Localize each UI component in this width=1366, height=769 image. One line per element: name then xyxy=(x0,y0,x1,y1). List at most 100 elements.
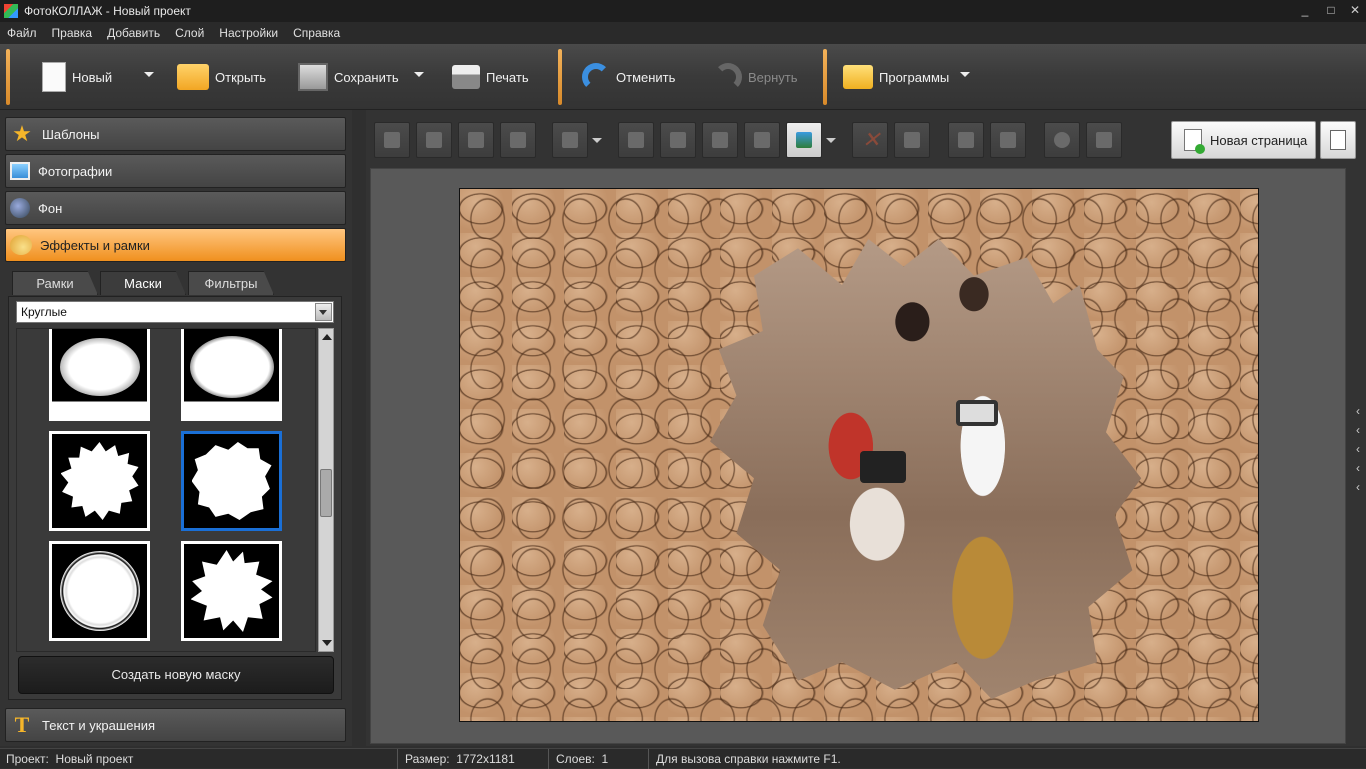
minimize-button[interactable]: _ xyxy=(1292,0,1318,22)
redo-button[interactable]: Вернуть xyxy=(714,52,798,102)
mask-category-select[interactable]: Круглые xyxy=(16,301,334,323)
close-button[interactable]: ✕ xyxy=(1342,0,1366,22)
open-label: Открыть xyxy=(215,69,267,85)
section-effects-frames[interactable]: Эффекты и рамки xyxy=(5,228,346,262)
star-icon: ★ xyxy=(12,121,32,146)
maximize-button[interactable]: □ xyxy=(1318,0,1344,22)
undo-arrow-icon xyxy=(582,63,610,91)
mask-thumbnail-selected[interactable] xyxy=(181,431,282,531)
effects-tabs: Рамки Маски Фильтры xyxy=(12,271,276,295)
menu-file[interactable]: Файл xyxy=(0,26,45,40)
rotate-right-icon xyxy=(670,132,686,148)
align-icon xyxy=(562,132,578,148)
chevron-left-icon: ‹ xyxy=(1356,480,1360,494)
app-logo-icon xyxy=(4,4,18,18)
text-icon: T xyxy=(14,712,30,737)
programs-dropdown-arrow[interactable] xyxy=(960,72,970,77)
tab-frames[interactable]: Рамки xyxy=(12,271,98,295)
print-button[interactable]: Печать xyxy=(452,52,529,102)
section-photos-label: Фотографии xyxy=(38,163,113,179)
scroll-down-arrow-icon[interactable] xyxy=(322,640,332,646)
save-button[interactable]: Сохранить xyxy=(298,52,399,102)
delete-button[interactable]: ✕ xyxy=(852,122,888,158)
send-backward-button[interactable] xyxy=(458,122,494,158)
rotate-right-button[interactable] xyxy=(660,122,696,158)
menu-help[interactable]: Справка xyxy=(286,26,348,40)
create-mask-button[interactable]: Создать новую маску xyxy=(18,656,334,694)
align-dropdown-arrow[interactable] xyxy=(592,138,602,143)
side-panel-toggle[interactable]: ‹ ‹ ‹ ‹ ‹ xyxy=(1352,402,1364,497)
chevron-left-icon: ‹ xyxy=(1356,404,1360,418)
masked-photo[interactable] xyxy=(710,239,1142,699)
undo-button[interactable]: Отменить xyxy=(582,52,675,102)
new-page-button[interactable]: Новая страница xyxy=(1171,121,1316,159)
bring-forward-button[interactable] xyxy=(416,122,452,158)
page-settings-button[interactable] xyxy=(1320,121,1356,159)
status-layers-value: 1 xyxy=(601,752,609,766)
toolbar-separator xyxy=(6,49,10,105)
tab-masks[interactable]: Маски xyxy=(100,271,186,295)
undo-label: Отменить xyxy=(616,69,676,85)
new-dropdown-arrow[interactable] xyxy=(144,72,154,77)
torn-circle-mask-icon xyxy=(191,442,272,520)
mask-thumbnail[interactable] xyxy=(49,431,150,531)
chevron-down-icon[interactable] xyxy=(315,303,332,321)
redo-label: Вернуть xyxy=(748,69,798,85)
flip-vertical-icon xyxy=(754,132,770,148)
section-background[interactable]: Фон xyxy=(5,191,346,225)
soft-oval-mask-icon xyxy=(59,338,140,396)
tab-filters[interactable]: Фильтры xyxy=(188,271,274,295)
edit-button[interactable] xyxy=(990,122,1026,158)
layer-back-icon xyxy=(510,132,526,148)
scroll-thumb[interactable] xyxy=(320,469,332,517)
magic-icon xyxy=(958,132,974,148)
layer-forward-icon xyxy=(426,132,442,148)
mask-thumbnail[interactable] xyxy=(181,541,282,641)
menu-layer[interactable]: Слой xyxy=(168,26,212,40)
palette-icon xyxy=(10,235,32,255)
collage-canvas[interactable] xyxy=(459,188,1259,722)
crop-button[interactable] xyxy=(894,122,930,158)
status-layers: Слоев: 1 xyxy=(550,749,649,769)
new-label: Новый xyxy=(72,69,113,85)
send-to-back-button[interactable] xyxy=(500,122,536,158)
window-title: ФотоКОЛЛАЖ - Новый проект xyxy=(24,4,191,18)
background-icon xyxy=(10,198,30,218)
flip-horizontal-button[interactable] xyxy=(702,122,738,158)
flip-horizontal-icon xyxy=(712,132,728,148)
scroll-up-arrow-icon[interactable] xyxy=(322,334,332,340)
status-help: Для вызова справки нажмите F1. xyxy=(656,752,841,766)
delete-x-icon: ✕ xyxy=(862,127,881,152)
folder-icon xyxy=(177,64,209,90)
section-templates[interactable]: ★ Шаблоны xyxy=(5,117,346,151)
fit-image-button[interactable] xyxy=(786,122,822,158)
mask-thumbnail[interactable] xyxy=(181,329,282,421)
lock-button[interactable] xyxy=(1086,122,1122,158)
new-button[interactable]: Новый xyxy=(42,52,112,102)
menu-settings[interactable]: Настройки xyxy=(212,26,286,40)
printer-icon xyxy=(452,65,480,89)
mask-thumbnail[interactable] xyxy=(49,329,150,421)
menu-edit[interactable]: Правка xyxy=(45,26,101,40)
fit-dropdown-arrow[interactable] xyxy=(826,138,836,143)
status-size-value: 1772x1181 xyxy=(456,752,515,766)
save-dropdown-arrow[interactable] xyxy=(414,72,424,77)
status-size-label: Размер: xyxy=(405,752,450,766)
open-button[interactable]: Открыть xyxy=(177,52,266,102)
align-button[interactable] xyxy=(552,122,588,158)
mask-thumbnail[interactable] xyxy=(49,541,150,641)
flip-vertical-button[interactable] xyxy=(744,122,780,158)
menu-add[interactable]: Добавить xyxy=(100,26,168,40)
main-toolbar: Новый Открыть Сохранить Печать Отменить … xyxy=(0,44,1366,110)
camera-icon xyxy=(956,400,999,426)
section-photos[interactable]: Фотографии xyxy=(5,154,346,188)
new-document-icon xyxy=(42,62,66,92)
status-layers-label: Слоев: xyxy=(556,752,595,766)
section-text-decorations[interactable]: T Текст и украшения xyxy=(5,708,346,742)
thumbnails-scrollbar[interactable] xyxy=(318,328,334,652)
bring-to-front-button[interactable] xyxy=(374,122,410,158)
effects-button[interactable] xyxy=(948,122,984,158)
properties-button[interactable] xyxy=(1044,122,1080,158)
rotate-left-button[interactable] xyxy=(618,122,654,158)
programs-button[interactable]: Программы xyxy=(843,52,949,102)
